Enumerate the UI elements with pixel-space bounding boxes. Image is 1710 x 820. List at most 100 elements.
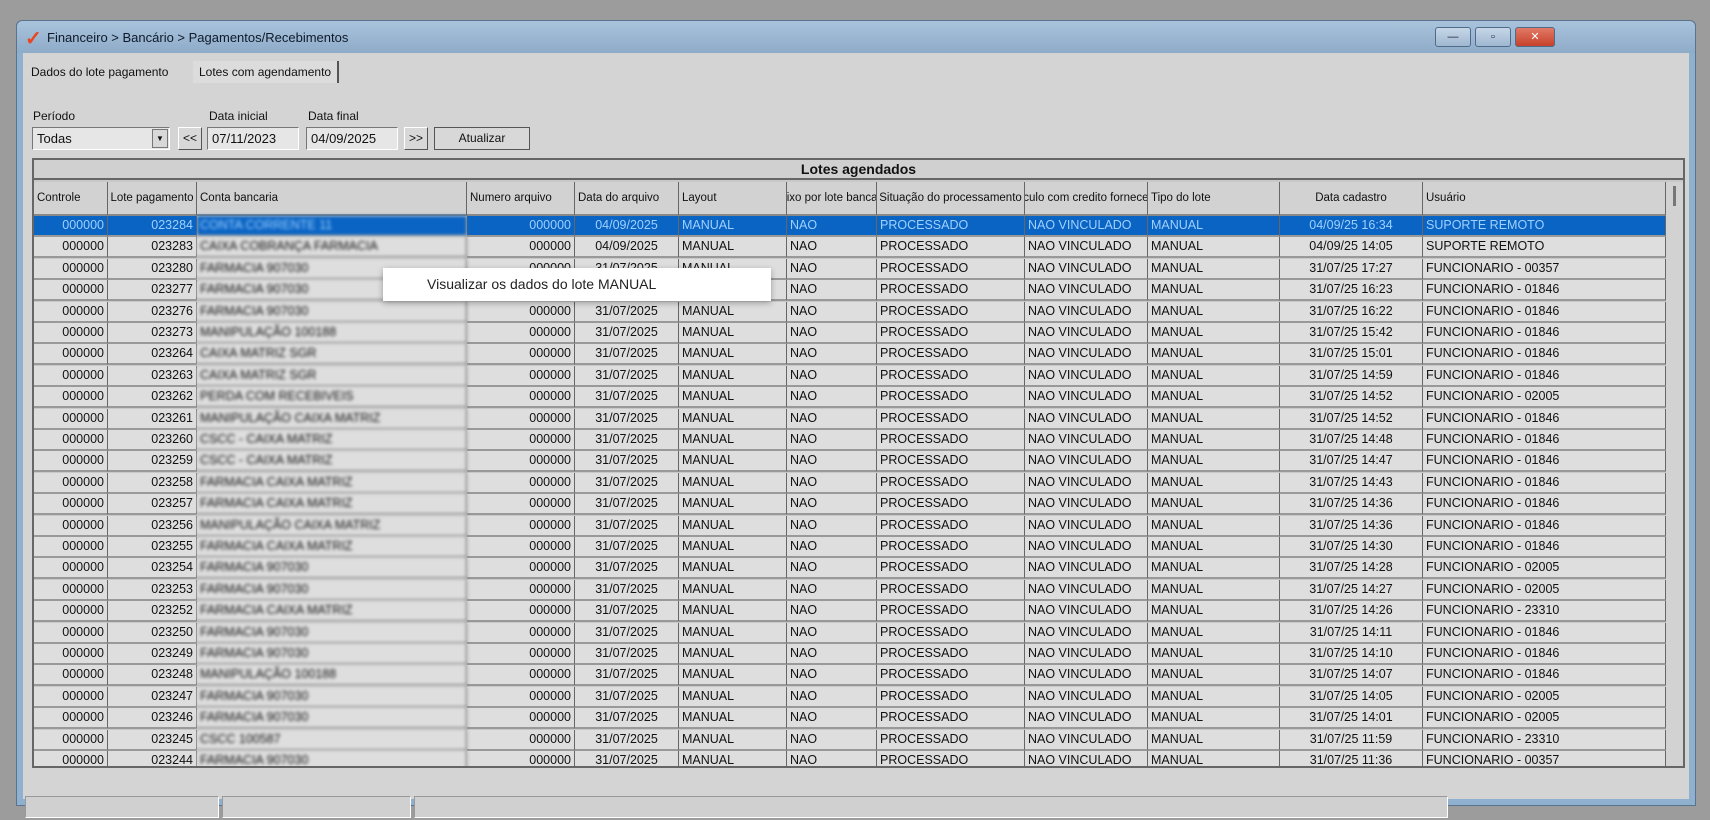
- table-row[interactable]: 000000 023246 FARMACIA 907030 000000 31/07/2…: [34, 708, 1666, 730]
- table-row[interactable]: 000000023280FARMACIA 90703000000031/07/2…: [34, 258, 1666, 280]
- close-button[interactable]: ✕: [1515, 27, 1555, 47]
- tab-dados-do-lote[interactable]: Dados do lote pagamento: [25, 61, 174, 83]
- table-cell: CAIXA MATRIZ SGR: [197, 344, 467, 366]
- data-inicial-input[interactable]: 07/11/2023: [207, 127, 299, 150]
- table-row[interactable]: 000000 023264 CAIXA MATRIZ SGR 000000 31/07/…: [34, 344, 1666, 366]
- table-row[interactable]: 000000 023259 CSCC - CAIXA MATRIZ 000000 31/…: [34, 451, 1666, 473]
- table-row[interactable]: 000000 023252 FARMACIA CAIXA MATRIZ 000000 3…: [34, 601, 1666, 623]
- table-cell: 023249: [108, 644, 197, 665]
- table-cell: 000000: [34, 472, 108, 494]
- table-cell: 000000: [467, 537, 575, 558]
- table-cell: 000000: [467, 751, 575, 766]
- minimize-button[interactable]: —: [1435, 27, 1471, 47]
- table-row[interactable]: 000000 023248 MANIPULAÇÃO 100188 000000 31/0…: [34, 665, 1666, 687]
- table-cell: 31/07/2025: [575, 451, 679, 473]
- maximize-button[interactable]: ▫: [1475, 27, 1511, 47]
- table-cell: FUNCIONARIO - 02005: [1423, 387, 1666, 409]
- table-cell: 000000: [34, 451, 108, 473]
- table-cell: PROCESSADO: [877, 430, 1025, 451]
- data-final-input[interactable]: 04/09/2025: [306, 127, 398, 150]
- table-row[interactable]: 000000 023258 FARMACIA CAIXA MATRIZ 000000 3…: [34, 472, 1666, 494]
- table-cell: 31/07/25 11:36: [1280, 751, 1423, 766]
- table-cell: 31/07/2025: [575, 323, 679, 344]
- column-header[interactable]: Conta bancaria: [197, 182, 467, 216]
- table-row[interactable]: 000000 023250 FARMACIA 907030 000000 31/07/2…: [34, 622, 1666, 644]
- column-header[interactable]: Lote pagamento: [108, 182, 197, 216]
- column-header[interactable]: Tipo do lote: [1148, 182, 1280, 216]
- table-cell: NAO VINCULADO: [1025, 729, 1148, 751]
- table-row[interactable]: 000000 023249 FARMACIA 907030 000000 31/07/2…: [34, 644, 1666, 665]
- table-cell: 04/09/25 16:34: [1280, 216, 1423, 237]
- table-cell: PROCESSADO: [877, 686, 1025, 708]
- chevron-down-icon[interactable]: ▼: [152, 129, 168, 148]
- table-row[interactable]: 000000 023257 FARMACIA CAIXA MATRIZ 000000 3…: [34, 494, 1666, 516]
- column-header[interactable]: Layout: [679, 182, 787, 216]
- table-cell: NAO: [787, 430, 877, 451]
- table-row[interactable]: 000000 023255 FARMACIA CAIXA MATRIZ 000000 3…: [34, 537, 1666, 558]
- table-cell: NAO VINCULADO: [1025, 644, 1148, 665]
- table-cell: FARMACIA 907030: [197, 708, 467, 730]
- table-cell: NAO: [787, 472, 877, 494]
- table-row[interactable]: 000000 023256 MANIPULAÇÃO CAIXA MATRIZ 0000…: [34, 515, 1666, 537]
- table-row[interactable]: 000000 023261 MANIPULAÇÃO CAIXA MATRIZ 0000…: [34, 408, 1666, 430]
- table-cell: NAO VINCULADO: [1025, 387, 1148, 409]
- periodo-select[interactable]: Todas ▼: [32, 127, 170, 150]
- table-cell: 000000: [467, 344, 575, 366]
- column-header[interactable]: Situação do processamento: [877, 182, 1025, 216]
- table-cell: NAO: [787, 216, 877, 237]
- table-cell: 04/09/2025: [575, 237, 679, 259]
- column-header[interactable]: Vinculo com credito fornecedor: [1025, 182, 1148, 216]
- table-cell: NAO: [787, 644, 877, 665]
- table-cell: 023246: [108, 708, 197, 730]
- tab-lotes-com-agendamento[interactable]: Lotes com agendamento: [193, 61, 340, 83]
- atualizar-button[interactable]: Atualizar: [434, 127, 530, 150]
- table-cell: 000000: [34, 708, 108, 730]
- table-cell: MANUAL: [679, 387, 787, 409]
- table-row[interactable]: 000000 023247 FARMACIA 907030 000000 31/07/2…: [34, 686, 1666, 708]
- table-row[interactable]: 000000 023260 CSCC - CAIXA MATRIZ 000000 31/…: [34, 430, 1666, 451]
- table-cell: NAO: [787, 280, 877, 302]
- table-row[interactable]: 000000 023244 FARMACIA 907030 000000 31/07/2…: [34, 751, 1666, 766]
- table-cell: MANIPULAÇÃO CAIXA MATRIZ: [197, 408, 467, 430]
- table-cell: FUNCIONARIO - 01846: [1423, 365, 1666, 387]
- column-header[interactable]: Data do arquivo: [575, 182, 679, 216]
- table-cell: FUNCIONARIO - 01846: [1423, 622, 1666, 644]
- table-row[interactable]: 000000 023262 PERDA COM RECEBIVEIS 000000 31…: [34, 387, 1666, 409]
- vertical-scrollbar[interactable]: [1666, 182, 1683, 766]
- table-row[interactable]: 000000 023263 CAIXA MATRIZ SGR 000000 31/07/…: [34, 365, 1666, 387]
- table-cell: MANUAL: [1148, 665, 1280, 687]
- table-cell: 31/07/2025: [575, 344, 679, 366]
- column-header[interactable]: Usuário: [1423, 182, 1666, 216]
- table-cell: MANUAL: [679, 579, 787, 601]
- table-cell: 000000: [467, 622, 575, 644]
- table-cell: NAO: [787, 686, 877, 708]
- table-cell: 000000: [34, 622, 108, 644]
- table-cell: 31/07/25 14:11: [1280, 622, 1423, 644]
- table-cell: 04/09/2025: [575, 216, 679, 237]
- column-header[interactable]: Data cadastro: [1280, 182, 1423, 216]
- table-row[interactable]: 000000 023253 FARMACIA 907030 000000 31/07/2…: [34, 579, 1666, 601]
- table-cell: NAO VINCULADO: [1025, 216, 1148, 237]
- table-cell: 000000: [34, 515, 108, 537]
- table-header[interactable]: Controle Lote pagamento Conta bancaria Nume…: [34, 182, 1666, 216]
- next-period-button[interactable]: >>: [404, 127, 428, 150]
- table-row[interactable]: 000000023277FARMACIA 90703000000031/07/2…: [34, 280, 1666, 302]
- scrollbar-thumb[interactable]: [1673, 186, 1676, 206]
- table-cell: FUNCIONARIO - 01846: [1423, 430, 1666, 451]
- table-cell: NAO: [787, 451, 877, 473]
- table-cell: 023284: [108, 216, 197, 237]
- column-header[interactable]: Controle: [34, 182, 108, 216]
- table-row[interactable]: 000000 023276 FARMACIA 907030 000000 31/07/2…: [34, 301, 1666, 323]
- table-row[interactable]: 000000 023245 CSCC 100587 000000 31/07/2025 M…: [34, 729, 1666, 751]
- table-cell: FARMACIA 907030: [197, 579, 467, 601]
- table-row[interactable]: 000000 023284 CONTA CORRENTE 11 000000 04/09…: [34, 216, 1666, 237]
- column-header[interactable]: Numero arquivo: [467, 182, 575, 216]
- previous-period-button[interactable]: <<: [178, 127, 202, 150]
- table-row[interactable]: 000000 023273 MANIPULAÇÃO 100188 000000 31/0…: [34, 323, 1666, 344]
- table-row[interactable]: 000000 023283 CAIXA COBRANÇA FARMACIA 00000…: [34, 237, 1666, 259]
- table-row[interactable]: 000000 023254 FARMACIA 907030 000000 31/07/2…: [34, 558, 1666, 580]
- column-header[interactable]: Baixo por lote bancario: [787, 182, 877, 216]
- table-cell: PROCESSADO: [877, 280, 1025, 302]
- table-cell: MANUAL: [1148, 258, 1280, 280]
- table-cell: 31/07/25 14:01: [1280, 708, 1423, 730]
